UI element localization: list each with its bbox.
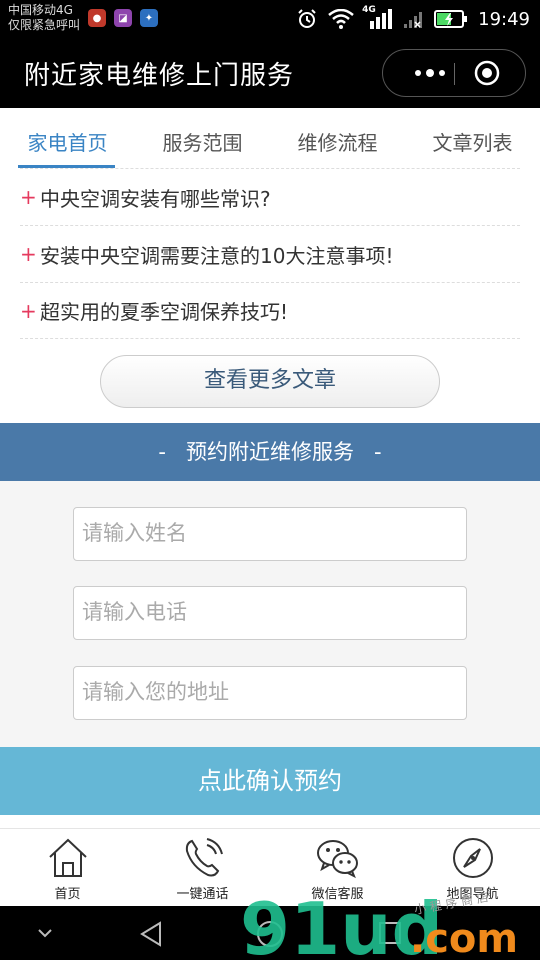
- more-options-button[interactable]: [405, 50, 455, 96]
- plus-icon: +: [20, 185, 37, 209]
- status-bar: 中国移动4G 仅限紧急呼叫 ● ◪ ✦ 4G 19:49: [0, 0, 540, 38]
- gallery-app-icon: ◪: [114, 9, 132, 27]
- status-icons: 4G 19:49: [296, 0, 530, 38]
- watermark-logo: 91ud .com 小 程 序 商 店: [240, 887, 518, 960]
- carrier-info: 中国移动4G 仅限紧急呼叫: [8, 3, 80, 33]
- back-icon[interactable]: [138, 920, 164, 948]
- dot-icon: [426, 69, 434, 77]
- wifi-icon: [328, 9, 354, 29]
- phone-input[interactable]: 请输入电话: [73, 586, 467, 640]
- tab-service-scope[interactable]: 服务范围: [135, 108, 270, 168]
- list-item[interactable]: + 中央空调安装有哪些常识?: [20, 168, 520, 225]
- pig-app-icon: ●: [88, 9, 106, 27]
- page-title: 附近家电维修上门服务: [24, 61, 295, 91]
- article-title: 中央空调安装有哪些常识?: [40, 186, 271, 211]
- article-title: 安装中央空调需要注意的10大注意事项!: [40, 243, 394, 268]
- compass-icon: [452, 838, 493, 878]
- nav-item-home[interactable]: 首页: [0, 829, 135, 906]
- close-mini-program-icon[interactable]: [473, 59, 501, 87]
- tab-repair-process[interactable]: 维修流程: [270, 108, 405, 168]
- dot-icon: [439, 70, 445, 76]
- signal-4g-icon: 4G: [362, 5, 393, 31]
- article-title: 超实用的夏季空调保养技巧!: [40, 300, 289, 324]
- capsule-divider: [454, 63, 455, 85]
- watermark: 91ud .com 小 程 序 商 店: [240, 884, 540, 960]
- paw-app-icon: ✦: [140, 9, 158, 27]
- plus-icon: +: [20, 242, 37, 266]
- tab-home[interactable]: 家电首页: [0, 108, 135, 168]
- wechat-icon: [316, 840, 358, 879]
- list-item[interactable]: + 安装中央空调需要注意的10大注意事项!: [20, 225, 520, 282]
- title-bar: 附近家电维修上门服务: [0, 38, 540, 108]
- booking-section-title: - 预约附近维修服务 -: [158, 440, 382, 464]
- tab-bar: 家电首页 服务范围 维修流程 文章列表: [0, 108, 540, 168]
- emergency-only: 仅限紧急呼叫: [8, 18, 81, 32]
- nav-label: 一键通话: [176, 887, 229, 902]
- carrier-name: 中国移动4G: [8, 3, 73, 17]
- clock: 19:49: [478, 8, 530, 30]
- notification-icons: ● ◪ ✦: [88, 9, 158, 27]
- battery-charging-icon: [434, 10, 468, 28]
- chevron-down-icon[interactable]: [36, 924, 54, 942]
- more-articles-button[interactable]: 查看更多文章: [100, 355, 440, 408]
- article-list: + 中央空调安装有哪些常识? + 安装中央空调需要注意的10大注意事项! + 超…: [20, 168, 520, 339]
- dot-icon: [415, 70, 421, 76]
- alarm-icon: [298, 9, 316, 28]
- confirm-booking-button[interactable]: 点此确认预约: [0, 747, 540, 815]
- home-icon: [48, 838, 87, 877]
- no-sim-signal-icon: [404, 12, 423, 28]
- booking-form: 请输入姓名 请输入电话 请输入您的地址: [0, 481, 540, 747]
- address-input[interactable]: 请输入您的地址: [73, 666, 467, 720]
- list-item[interactable]: + 超实用的夏季空调保养技巧!: [20, 282, 520, 339]
- name-input[interactable]: 请输入姓名: [73, 507, 467, 561]
- nav-label: 首页: [54, 887, 81, 902]
- tab-article-list[interactable]: 文章列表: [405, 108, 540, 168]
- phone-icon: [185, 838, 223, 877]
- svg-text:.com: .com: [410, 916, 518, 960]
- booking-section-header: - 预约附近维修服务 -: [0, 423, 540, 481]
- plus-icon: +: [20, 298, 37, 323]
- mini-program-capsule: [382, 49, 526, 97]
